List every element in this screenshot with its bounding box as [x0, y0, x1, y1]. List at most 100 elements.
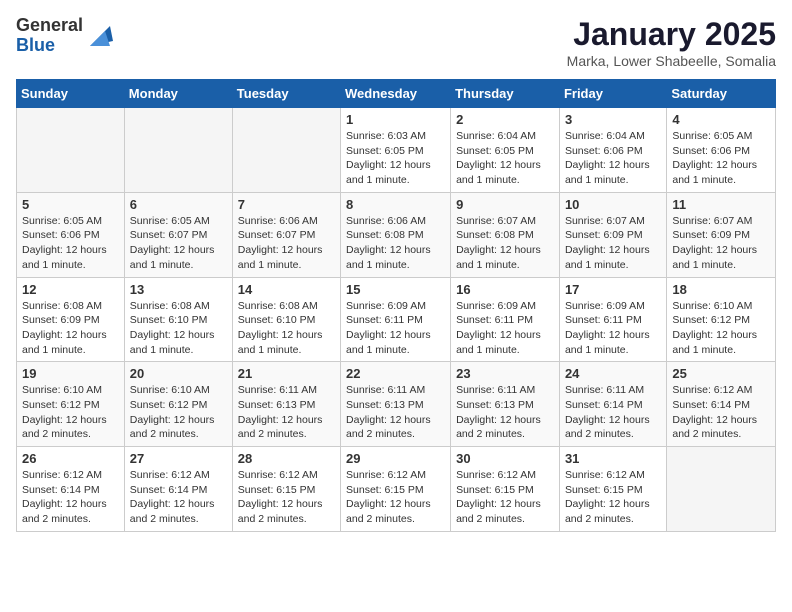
- calendar-cell: 5 Sunrise: 6:05 AM Sunset: 6:06 PM Daylig…: [17, 192, 125, 277]
- calendar-cell: 20Sunrise: 6:10 AM Sunset: 6:12 PM Dayli…: [124, 362, 232, 447]
- day-number: 29: [346, 451, 445, 466]
- day-info: Sunrise: 6:03 AM Sunset: 6:05 PM Dayligh…: [346, 129, 445, 188]
- day-info: Sunrise: 6:11 AM Sunset: 6:13 PM Dayligh…: [346, 383, 445, 442]
- calendar-cell: 3 Sunrise: 6:04 AM Sunset: 6:06 PM Daylig…: [559, 108, 666, 193]
- calendar-cell: 25 Sunrise: 6:12 AM Sunset: 6:14 PM Dayli…: [667, 362, 776, 447]
- logo: General Blue: [16, 16, 115, 56]
- day-number: 13: [130, 282, 227, 297]
- weekday-header-friday: Friday: [559, 80, 666, 108]
- page-header: General Blue January 2025 Marka, Lower S…: [16, 16, 776, 69]
- day-number: 7: [238, 197, 335, 212]
- day-number: 28: [238, 451, 335, 466]
- calendar-cell: 27 Sunrise: 6:12 AM Sunset: 6:14 PM Dayli…: [124, 447, 232, 532]
- calendar-cell: 29Sunrise: 6:12 AM Sunset: 6:15 PM Dayli…: [341, 447, 451, 532]
- day-info: Sunrise: 6:12 AM Sunset: 6:14 PM Dayligh…: [672, 383, 770, 442]
- day-number: 30: [456, 451, 554, 466]
- day-info: Sunrise: 6:12 AM Sunset: 6:14 PM Dayligh…: [22, 468, 119, 527]
- weekday-header-thursday: Thursday: [451, 80, 560, 108]
- calendar-cell: 31 Sunrise: 6:12 AM Sunset: 6:15 PM Dayli…: [559, 447, 666, 532]
- day-number: 10: [565, 197, 661, 212]
- day-number: 4: [672, 112, 770, 127]
- weekday-header-monday: Monday: [124, 80, 232, 108]
- day-info: Sunrise: 6:08 AM Sunset: 6:10 PM Dayligh…: [238, 299, 335, 358]
- day-number: 23: [456, 366, 554, 381]
- day-info: Sunrise: 6:12 AM Sunset: 6:15 PM Dayligh…: [238, 468, 335, 527]
- day-number: 20: [130, 366, 227, 381]
- day-number: 3: [565, 112, 661, 127]
- day-info: Sunrise: 6:12 AM Sunset: 6:15 PM Dayligh…: [456, 468, 554, 527]
- day-number: 5: [22, 197, 119, 212]
- day-number: 19: [22, 366, 119, 381]
- day-info: Sunrise: 6:08 AM Sunset: 6:09 PM Dayligh…: [22, 299, 119, 358]
- day-number: 25: [672, 366, 770, 381]
- day-info: Sunrise: 6:05 AM Sunset: 6:07 PM Dayligh…: [130, 214, 227, 273]
- day-number: 26: [22, 451, 119, 466]
- day-info: Sunrise: 6:11 AM Sunset: 6:13 PM Dayligh…: [238, 383, 335, 442]
- weekday-header-sunday: Sunday: [17, 80, 125, 108]
- week-row-4: 19Sunrise: 6:10 AM Sunset: 6:12 PM Dayli…: [17, 362, 776, 447]
- day-info: Sunrise: 6:04 AM Sunset: 6:05 PM Dayligh…: [456, 129, 554, 188]
- day-info: Sunrise: 6:04 AM Sunset: 6:06 PM Dayligh…: [565, 129, 661, 188]
- day-number: 14: [238, 282, 335, 297]
- calendar-cell: 12 Sunrise: 6:08 AM Sunset: 6:09 PM Dayli…: [17, 277, 125, 362]
- logo-blue: Blue: [16, 36, 83, 56]
- day-info: Sunrise: 6:06 AM Sunset: 6:08 PM Dayligh…: [346, 214, 445, 273]
- day-number: 31: [565, 451, 661, 466]
- calendar-cell: 17 Sunrise: 6:09 AM Sunset: 6:11 PM Dayli…: [559, 277, 666, 362]
- day-info: Sunrise: 6:12 AM Sunset: 6:14 PM Dayligh…: [130, 468, 227, 527]
- calendar-cell: 2 Sunrise: 6:04 AM Sunset: 6:05 PM Daylig…: [451, 108, 560, 193]
- calendar-cell: 13 Sunrise: 6:08 AM Sunset: 6:10 PM Dayli…: [124, 277, 232, 362]
- calendar-cell: [232, 108, 340, 193]
- day-number: 18: [672, 282, 770, 297]
- calendar-cell: 15Sunrise: 6:09 AM Sunset: 6:11 PM Dayli…: [341, 277, 451, 362]
- calendar-cell: 6Sunrise: 6:05 AM Sunset: 6:07 PM Daylig…: [124, 192, 232, 277]
- week-row-1: 1 Sunrise: 6:03 AM Sunset: 6:05 PM Daylig…: [17, 108, 776, 193]
- weekday-header-saturday: Saturday: [667, 80, 776, 108]
- day-info: Sunrise: 6:10 AM Sunset: 6:12 PM Dayligh…: [672, 299, 770, 358]
- calendar-cell: 11 Sunrise: 6:07 AM Sunset: 6:09 PM Dayli…: [667, 192, 776, 277]
- calendar-cell: [124, 108, 232, 193]
- calendar-cell: 23 Sunrise: 6:11 AM Sunset: 6:13 PM Dayli…: [451, 362, 560, 447]
- day-info: Sunrise: 6:12 AM Sunset: 6:15 PM Dayligh…: [565, 468, 661, 527]
- calendar-cell: 8 Sunrise: 6:06 AM Sunset: 6:08 PM Daylig…: [341, 192, 451, 277]
- day-number: 12: [22, 282, 119, 297]
- week-row-5: 26 Sunrise: 6:12 AM Sunset: 6:14 PM Dayli…: [17, 447, 776, 532]
- day-info: Sunrise: 6:07 AM Sunset: 6:09 PM Dayligh…: [672, 214, 770, 273]
- calendar-cell: 22 Sunrise: 6:11 AM Sunset: 6:13 PM Dayli…: [341, 362, 451, 447]
- calendar-cell: 21Sunrise: 6:11 AM Sunset: 6:13 PM Dayli…: [232, 362, 340, 447]
- day-number: 9: [456, 197, 554, 212]
- day-number: 8: [346, 197, 445, 212]
- day-number: 11: [672, 197, 770, 212]
- day-info: Sunrise: 6:06 AM Sunset: 6:07 PM Dayligh…: [238, 214, 335, 273]
- day-info: Sunrise: 6:09 AM Sunset: 6:11 PM Dayligh…: [346, 299, 445, 358]
- day-number: 16: [456, 282, 554, 297]
- day-number: 1: [346, 112, 445, 127]
- weekday-header-row: SundayMondayTuesdayWednesdayThursdayFrid…: [17, 80, 776, 108]
- location-subtitle: Marka, Lower Shabeelle, Somalia: [567, 53, 776, 69]
- calendar-cell: 19Sunrise: 6:10 AM Sunset: 6:12 PM Dayli…: [17, 362, 125, 447]
- day-info: Sunrise: 6:11 AM Sunset: 6:13 PM Dayligh…: [456, 383, 554, 442]
- calendar-cell: [667, 447, 776, 532]
- day-number: 24: [565, 366, 661, 381]
- day-number: 27: [130, 451, 227, 466]
- day-info: Sunrise: 6:07 AM Sunset: 6:08 PM Dayligh…: [456, 214, 554, 273]
- logo-general: General: [16, 16, 83, 36]
- day-info: Sunrise: 6:09 AM Sunset: 6:11 PM Dayligh…: [456, 299, 554, 358]
- day-info: Sunrise: 6:09 AM Sunset: 6:11 PM Dayligh…: [565, 299, 661, 358]
- day-info: Sunrise: 6:08 AM Sunset: 6:10 PM Dayligh…: [130, 299, 227, 358]
- day-number: 17: [565, 282, 661, 297]
- calendar-cell: 9 Sunrise: 6:07 AM Sunset: 6:08 PM Daylig…: [451, 192, 560, 277]
- day-number: 2: [456, 112, 554, 127]
- calendar-cell: 24Sunrise: 6:11 AM Sunset: 6:14 PM Dayli…: [559, 362, 666, 447]
- calendar-cell: 30 Sunrise: 6:12 AM Sunset: 6:15 PM Dayli…: [451, 447, 560, 532]
- calendar-table: SundayMondayTuesdayWednesdayThursdayFrid…: [16, 79, 776, 532]
- calendar-cell: 16 Sunrise: 6:09 AM Sunset: 6:11 PM Dayli…: [451, 277, 560, 362]
- title-block: January 2025 Marka, Lower Shabeelle, Som…: [567, 16, 776, 69]
- calendar-cell: 26 Sunrise: 6:12 AM Sunset: 6:14 PM Dayli…: [17, 447, 125, 532]
- weekday-header-wednesday: Wednesday: [341, 80, 451, 108]
- logo-icon: [85, 21, 115, 51]
- day-number: 22: [346, 366, 445, 381]
- day-info: Sunrise: 6:05 AM Sunset: 6:06 PM Dayligh…: [22, 214, 119, 273]
- calendar-cell: [17, 108, 125, 193]
- weekday-header-tuesday: Tuesday: [232, 80, 340, 108]
